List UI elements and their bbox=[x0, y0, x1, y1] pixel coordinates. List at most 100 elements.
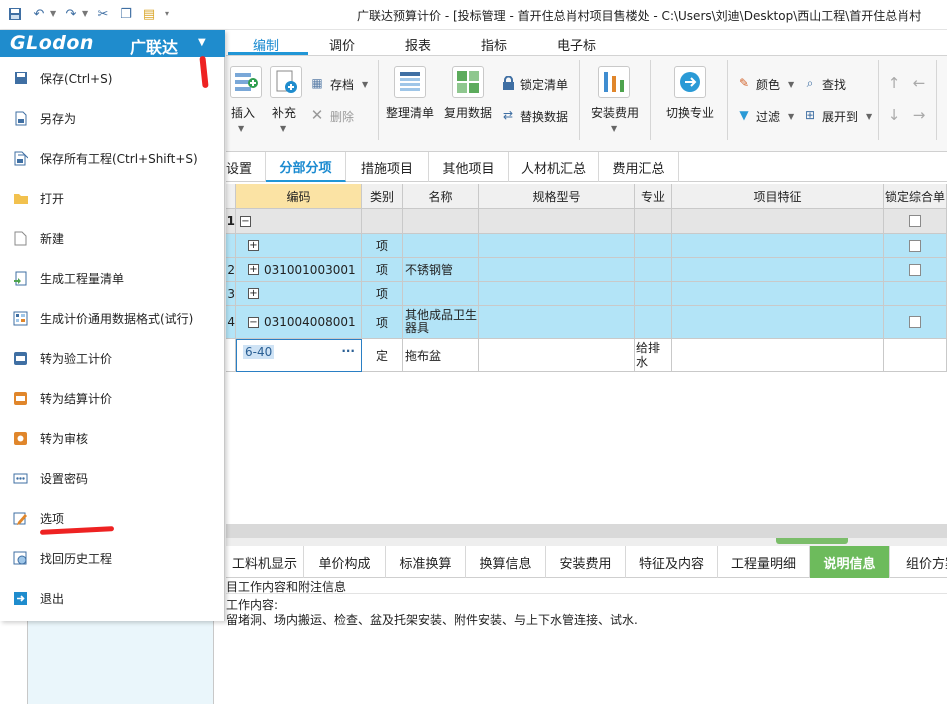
undo-dropdown-icon[interactable]: ▼ bbox=[50, 9, 56, 18]
table-cell[interactable] bbox=[362, 209, 403, 234]
paste-icon[interactable]: ▤ bbox=[140, 5, 158, 23]
copy-icon[interactable]: ❐ bbox=[117, 5, 135, 23]
tab-quantity-detail[interactable]: 工程量明细 bbox=[718, 546, 810, 578]
table-cell[interactable]: 拖布盆 bbox=[403, 339, 479, 372]
column-header[interactable]: 专业 bbox=[635, 184, 672, 209]
column-header[interactable]: 项目特征 bbox=[672, 184, 884, 209]
tab-labor-material-display[interactable]: 工料机显示 bbox=[226, 546, 304, 578]
table-cell[interactable] bbox=[479, 258, 635, 282]
table-cell[interactable] bbox=[672, 339, 884, 372]
color-icon[interactable]: ✎ bbox=[736, 75, 752, 91]
filter-button[interactable]: 过滤 bbox=[756, 108, 780, 125]
table-cell[interactable] bbox=[672, 306, 884, 339]
expand-to-icon[interactable]: ⊞ bbox=[802, 107, 818, 123]
table-cell[interactable]: +031001003001 bbox=[236, 258, 362, 282]
tab-install-cost[interactable]: 安装费用 bbox=[546, 546, 626, 578]
tab-other-items[interactable]: 其他项目 bbox=[429, 152, 509, 182]
table-cell[interactable]: 项 bbox=[362, 282, 403, 306]
redo-dropdown-icon[interactable]: ▼ bbox=[82, 9, 88, 18]
replace-data-button[interactable]: 替换数据 bbox=[520, 108, 568, 125]
horizontal-scrollbar[interactable] bbox=[226, 524, 947, 538]
column-header[interactable]: 编码 bbox=[236, 184, 362, 209]
table-cell[interactable] bbox=[403, 282, 479, 306]
lock-checkbox[interactable] bbox=[909, 263, 921, 276]
tab-cost-summary[interactable]: 费用汇总 bbox=[599, 152, 679, 182]
tab-features-content[interactable]: 特征及内容 bbox=[626, 546, 718, 578]
delete-button[interactable]: 删除 bbox=[330, 108, 354, 125]
color-button[interactable]: 颜色 bbox=[756, 76, 780, 93]
tab-conversion-info[interactable]: 换算信息 bbox=[466, 546, 546, 578]
table-cell[interactable] bbox=[635, 282, 672, 306]
column-header[interactable]: 锁定综合单 bbox=[884, 184, 947, 209]
table-cell[interactable] bbox=[672, 209, 884, 234]
undo-icon[interactable]: ↶ bbox=[30, 5, 48, 23]
table-cell[interactable] bbox=[672, 258, 884, 282]
table-cell[interactable] bbox=[479, 306, 635, 339]
code-edit-cell[interactable]: 6-40 ··· bbox=[236, 339, 362, 372]
expand-to-dropdown-icon[interactable]: ▼ bbox=[866, 112, 872, 121]
table-cell[interactable] bbox=[884, 282, 947, 306]
tab-adjust-price[interactable]: 调价 bbox=[329, 35, 355, 54]
tab-unit-price-composition[interactable]: 单价构成 bbox=[304, 546, 386, 578]
filter-icon[interactable]: ▼ bbox=[736, 107, 752, 123]
lock-checkbox[interactable] bbox=[909, 215, 921, 227]
splitter-handle[interactable] bbox=[776, 538, 848, 544]
install-cost-button[interactable]: 安装费用 bbox=[591, 104, 639, 121]
table-cell[interactable]: 不锈钢管 bbox=[403, 258, 479, 282]
move-up-icon[interactable]: ↑ bbox=[886, 74, 902, 92]
menu-item-generate-data-format[interactable]: 生成计价通用数据格式(试行) bbox=[0, 298, 225, 338]
insert-dropdown-icon[interactable]: ▼ bbox=[238, 124, 244, 133]
cut-icon[interactable]: ✂ bbox=[94, 5, 112, 23]
supplement-dropdown-icon[interactable]: ▼ bbox=[280, 124, 286, 133]
tab-indicators[interactable]: 指标 bbox=[481, 35, 507, 54]
find-button[interactable]: 查找 bbox=[822, 76, 846, 93]
more-options-icon[interactable]: ··· bbox=[341, 344, 355, 358]
table-cell[interactable]: 定 bbox=[362, 339, 403, 372]
table-cell[interactable]: −031004008001 bbox=[236, 306, 362, 339]
archive-icon[interactable]: ▦ bbox=[309, 75, 325, 91]
archive-dropdown-icon[interactable]: ▼ bbox=[362, 80, 368, 89]
find-icon[interactable]: ⌕ bbox=[802, 75, 818, 91]
table-cell[interactable] bbox=[635, 234, 672, 258]
tab-e-bid[interactable]: 电子标 bbox=[557, 35, 596, 54]
move-down-icon[interactable]: ↓ bbox=[886, 106, 902, 124]
table-cell[interactable] bbox=[884, 209, 947, 234]
table-cell[interactable]: 项 bbox=[362, 258, 403, 282]
table-cell[interactable] bbox=[635, 258, 672, 282]
tab-reports[interactable]: 报表 bbox=[405, 35, 431, 54]
expand-icon[interactable]: + bbox=[248, 240, 259, 251]
insert-button[interactable]: 插入 bbox=[231, 104, 255, 121]
table-cell[interactable]: 项 bbox=[362, 306, 403, 339]
table-cell[interactable] bbox=[403, 234, 479, 258]
menu-item-to-verification[interactable]: 转为验工计价 bbox=[0, 338, 225, 378]
tab-settings[interactable]: 设置 bbox=[226, 152, 266, 182]
table-cell[interactable] bbox=[479, 209, 635, 234]
table-cell[interactable] bbox=[884, 258, 947, 282]
table-cell[interactable] bbox=[672, 282, 884, 306]
tab-standard-conversion[interactable]: 标准换算 bbox=[386, 546, 466, 578]
menu-item-save-as[interactable]: 另存为 bbox=[0, 98, 225, 138]
menu-item-set-password[interactable]: 设置密码 bbox=[0, 458, 225, 498]
column-header[interactable]: 规格型号 bbox=[479, 184, 635, 209]
tab-labor-material-summary[interactable]: 人材机汇总 bbox=[509, 152, 599, 182]
tab-sub-items[interactable]: 分部分项 bbox=[266, 152, 346, 182]
menu-item-save-all[interactable]: 保存所有工程(Ctrl+Shift+S) bbox=[0, 138, 225, 178]
collapse-icon[interactable]: − bbox=[248, 316, 259, 328]
menu-item-to-settlement[interactable]: 转为结算计价 bbox=[0, 378, 225, 418]
menu-item-to-audit[interactable]: 转为审核 bbox=[0, 418, 225, 458]
table-cell[interactable] bbox=[479, 339, 635, 372]
filter-dropdown-icon[interactable]: ▼ bbox=[788, 112, 794, 121]
menu-item-recover-history[interactable]: 找回历史工程 bbox=[0, 538, 225, 578]
table-cell[interactable] bbox=[403, 209, 479, 234]
app-menu-button[interactable]: GLodon 广联达 ▼ bbox=[0, 30, 225, 57]
table-cell[interactable] bbox=[635, 209, 672, 234]
table-cell[interactable]: 给排水 bbox=[635, 339, 672, 372]
tab-description[interactable]: 说明信息 bbox=[810, 546, 890, 578]
table-cell[interactable]: 其他成品卫生器具 bbox=[403, 306, 479, 339]
supplement-icon[interactable] bbox=[270, 66, 302, 98]
menu-item-save[interactable]: 保存(Ctrl+S) bbox=[0, 58, 225, 98]
replace-data-icon[interactable]: ⇄ bbox=[500, 107, 516, 123]
reuse-data-icon[interactable] bbox=[452, 66, 484, 98]
item-code-input[interactable]: 6-40 bbox=[243, 345, 275, 359]
table-cell[interactable] bbox=[884, 339, 947, 372]
